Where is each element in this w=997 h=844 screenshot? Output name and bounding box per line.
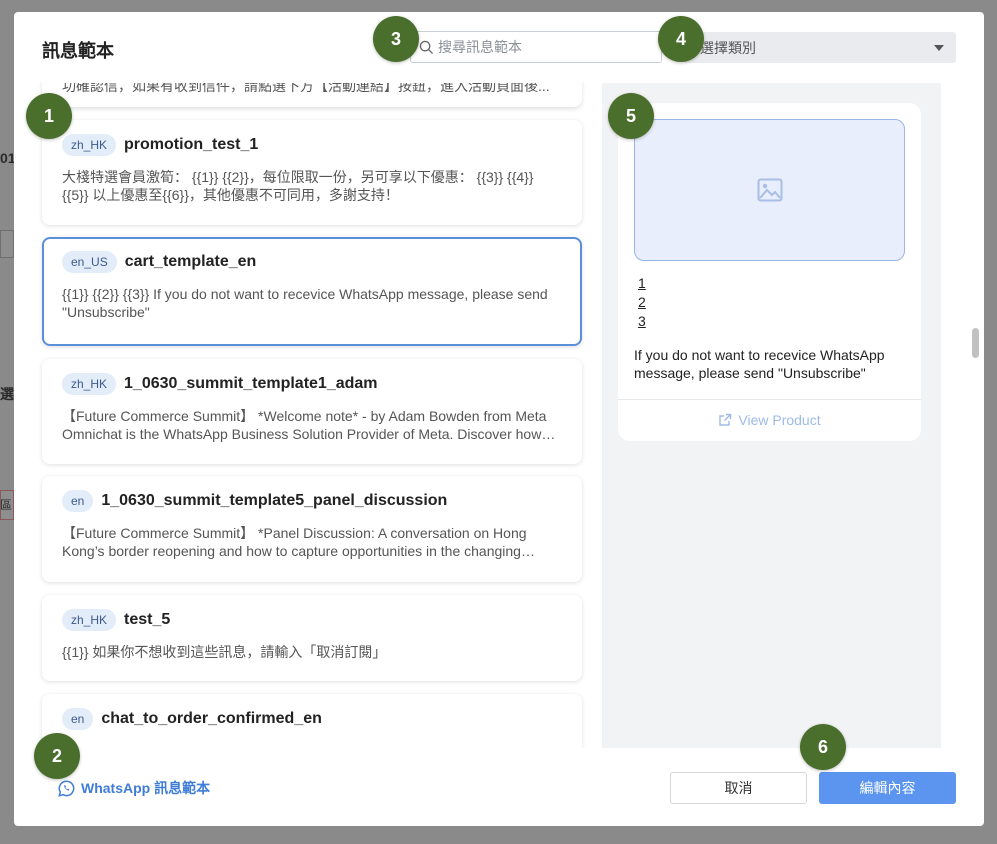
language-badge: en	[62, 708, 94, 730]
template-name: promotion_test_1	[124, 136, 259, 153]
language-badge: en_US	[62, 251, 117, 273]
step-marker: 5	[608, 93, 654, 139]
template-name: chat_to_order_confirmed_en	[101, 710, 322, 727]
step-marker: 6	[800, 724, 846, 770]
view-product-label: View Product	[738, 412, 821, 428]
template-name: 1_0630_summit_template1_adam	[124, 375, 378, 392]
template-card-selected[interactable]: en_US cart_template_en {{1}} {{2}} {{3}}…	[42, 237, 582, 346]
search-input[interactable]	[438, 39, 638, 55]
preview-message: If you do not want to recevice WhatsApp …	[634, 347, 885, 381]
image-icon	[757, 178, 782, 202]
template-card[interactable]: zh_HK test_5 {{1}} 如果你不想收到這些訊息，請輸入「取消訂閱」	[42, 595, 582, 681]
modal-title: 訊息範本	[42, 41, 114, 61]
template-card[interactable]: zh_HK promotion_test_1 大棧特選會員激筍： {{1}} {…	[42, 120, 582, 225]
background-field	[0, 230, 14, 258]
step-marker: 2	[34, 733, 80, 779]
chevron-down-icon	[934, 44, 944, 51]
whatsapp-icon	[58, 779, 75, 797]
template-body: {{1}} 如果你不想收到這些訊息，請輸入「取消訂閱」	[62, 644, 387, 660]
language-badge: en	[62, 490, 94, 512]
preview-variable: 3	[638, 313, 646, 329]
preview-panel: 1 2 3 If you do not want to recevice Wha…	[602, 83, 941, 748]
step-marker: 3	[373, 16, 419, 62]
template-card-body: 功確認信，如果有收到信件，請點選下方【活動連結】按鈕，進入活動頁面後...	[62, 83, 550, 94]
template-body: 【Future Commerce Summit】 *Welcome note* …	[62, 408, 547, 442]
preview-divider	[618, 399, 921, 400]
whatsapp-template-link[interactable]: WhatsApp 訊息範本	[58, 778, 210, 798]
template-modal: 訊息範本 選擇類別 功確認信，如果有收到信件，請點選下方【活動連結】按鈕，進入活…	[14, 12, 984, 826]
whatsapp-template-label: WhatsApp 訊息範本	[81, 780, 211, 796]
category-select[interactable]: 選擇類別	[684, 32, 956, 63]
template-card-partial[interactable]: 功確認信，如果有收到信件，請點選下方【活動連結】按鈕，進入活動頁面後...	[42, 83, 582, 107]
external-link-icon	[719, 413, 732, 426]
template-name: test_5	[124, 611, 171, 628]
search-icon	[419, 40, 434, 54]
language-badge: zh_HK	[62, 609, 117, 631]
edit-content-button[interactable]: 編輯內容	[819, 772, 956, 804]
template-body: 大棧特選會員激筍： {{1}} {{2}}，每位限取一份，另可享以下優惠： {{…	[62, 169, 534, 203]
background-fragment: 區	[0, 498, 13, 512]
template-body: {{1}} {{2}} {{3}} If you do not want to …	[62, 286, 548, 320]
language-badge: zh_HK	[62, 134, 117, 156]
preview-variables: 1 2 3	[638, 274, 646, 331]
cancel-button[interactable]: 取消	[670, 772, 807, 804]
preview-variable: 1	[638, 275, 646, 291]
scrollbar-thumb[interactable]	[972, 328, 979, 358]
view-product-button[interactable]: View Product	[618, 412, 921, 428]
template-name: cart_template_en	[124, 253, 257, 270]
template-card[interactable]: zh_HK 1_0630_summit_template1_adam 【Futu…	[42, 359, 582, 464]
preview-variable: 2	[638, 294, 646, 310]
template-body: 【Future Commerce Summit】 *Panel Discussi…	[62, 525, 527, 559]
template-list[interactable]: 功確認信，如果有收到信件，請點選下方【活動連結】按鈕，進入活動頁面後... zh…	[28, 83, 598, 748]
language-badge: zh_HK	[62, 373, 117, 395]
background-fragment: 選	[0, 386, 14, 402]
search-box[interactable]	[410, 31, 662, 63]
preview-card: 1 2 3 If you do not want to recevice Wha…	[618, 103, 921, 441]
template-card[interactable]: en 1_0630_summit_template5_panel_discuss…	[42, 476, 582, 582]
step-marker: 1	[26, 93, 72, 139]
step-marker: 4	[658, 16, 704, 62]
image-placeholder	[634, 119, 905, 261]
template-card[interactable]: en chat_to_order_confirmed_en	[42, 694, 582, 748]
template-name: 1_0630_summit_template5_panel_discussion	[101, 492, 448, 509]
category-select-value: 選擇類別	[700, 39, 756, 56]
